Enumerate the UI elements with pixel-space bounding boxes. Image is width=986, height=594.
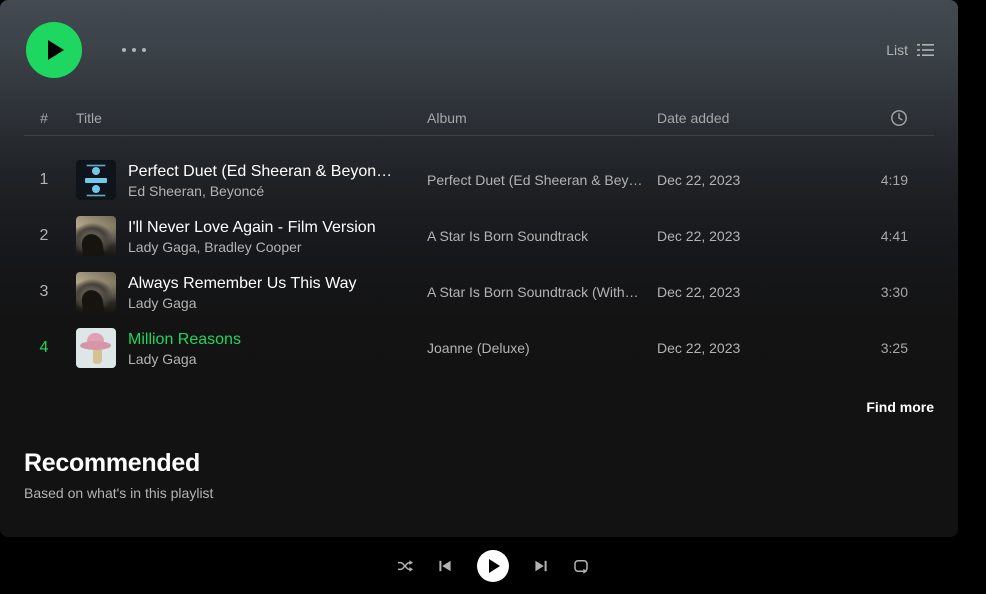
header-date-added[interactable]: Date added [657, 110, 844, 126]
track-album[interactable]: A Star Is Born Soundtrack (With… [427, 284, 657, 300]
track-album[interactable]: Joanne (Deluxe) [427, 340, 657, 356]
divide-album-cover [76, 160, 116, 200]
track-date-added: Dec 22, 2023 [657, 284, 844, 300]
recommended-heading: Recommended [24, 449, 934, 478]
list-icon [917, 42, 934, 58]
track-title[interactable]: I'll Never Love Again - Film Version [128, 217, 376, 238]
view-toggle-label: List [886, 42, 908, 58]
duration-clock-icon [890, 109, 908, 127]
track-row-playing[interactable]: 4 Million Reasons Lady Gaga Joanne (Delu… [24, 320, 934, 376]
track-index: 4 [24, 339, 64, 357]
find-more-link[interactable]: Find more [866, 399, 934, 415]
track-date-added: Dec 22, 2023 [657, 340, 844, 356]
track-index: 1 [24, 171, 64, 189]
track-title[interactable]: Always Remember Us This Way [128, 273, 357, 294]
a-star-is-born-album-cover [76, 216, 116, 256]
track-title[interactable]: Million Reasons [128, 329, 241, 350]
header-title[interactable]: Title [64, 110, 427, 126]
track-artists[interactable]: Lady Gaga [128, 350, 241, 368]
header-album[interactable]: Album [427, 110, 657, 126]
recommended-subtitle: Based on what's in this playlist [24, 485, 934, 501]
track-album[interactable]: Perfect Duet (Ed Sheeran & Bey… [427, 172, 657, 188]
track-title[interactable]: Perfect Duet (Ed Sheeran & Beyon… [128, 161, 392, 182]
player-bar [0, 537, 986, 594]
joanne-album-cover [76, 328, 116, 368]
track-duration: 4:19 [844, 172, 934, 188]
header-index[interactable]: # [24, 110, 64, 126]
shuffle-button[interactable] [397, 558, 413, 574]
track-artists[interactable]: Lady Gaga, Bradley Cooper [128, 238, 376, 256]
playlist-play-button[interactable] [26, 22, 82, 78]
repeat-icon [573, 558, 589, 574]
more-options-icon [122, 48, 126, 52]
track-album[interactable]: A Star Is Born Soundtrack [427, 228, 657, 244]
track-date-added: Dec 22, 2023 [657, 172, 844, 188]
track-artists[interactable]: Lady Gaga [128, 294, 357, 312]
a-star-is-born-album-cover [76, 272, 116, 312]
play-icon [489, 559, 500, 573]
track-list-header: # Title Album Date added [24, 100, 934, 136]
header-duration[interactable] [844, 108, 934, 126]
track-index: 2 [24, 227, 64, 245]
track-row[interactable]: 1 Perfect Duet (Ed Sheeran & Beyon… Ed S… [24, 152, 934, 208]
track-date-added: Dec 22, 2023 [657, 228, 844, 244]
playlist-action-bar: List [24, 0, 934, 100]
view-toggle-button[interactable]: List [886, 42, 934, 58]
playlist-view-panel: List # Title Album Date added [0, 0, 958, 537]
track-row[interactable]: 3 Always Remember Us This Way Lady Gaga … [24, 264, 934, 320]
repeat-button[interactable] [573, 558, 589, 574]
track-row[interactable]: 2 I'll Never Love Again - Film Version L… [24, 208, 934, 264]
track-duration: 3:30 [844, 284, 934, 300]
previous-icon [437, 558, 453, 574]
track-duration: 3:25 [844, 340, 934, 356]
next-icon [533, 558, 549, 574]
previous-track-button[interactable] [437, 558, 453, 574]
play-icon [48, 40, 64, 60]
track-index: 3 [24, 283, 64, 301]
player-play-button[interactable] [477, 550, 509, 582]
track-duration: 4:41 [844, 228, 934, 244]
shuffle-icon [397, 558, 413, 574]
more-options-button[interactable] [116, 42, 152, 58]
track-artists[interactable]: Ed Sheeran, Beyoncé [128, 182, 392, 200]
next-track-button[interactable] [533, 558, 549, 574]
